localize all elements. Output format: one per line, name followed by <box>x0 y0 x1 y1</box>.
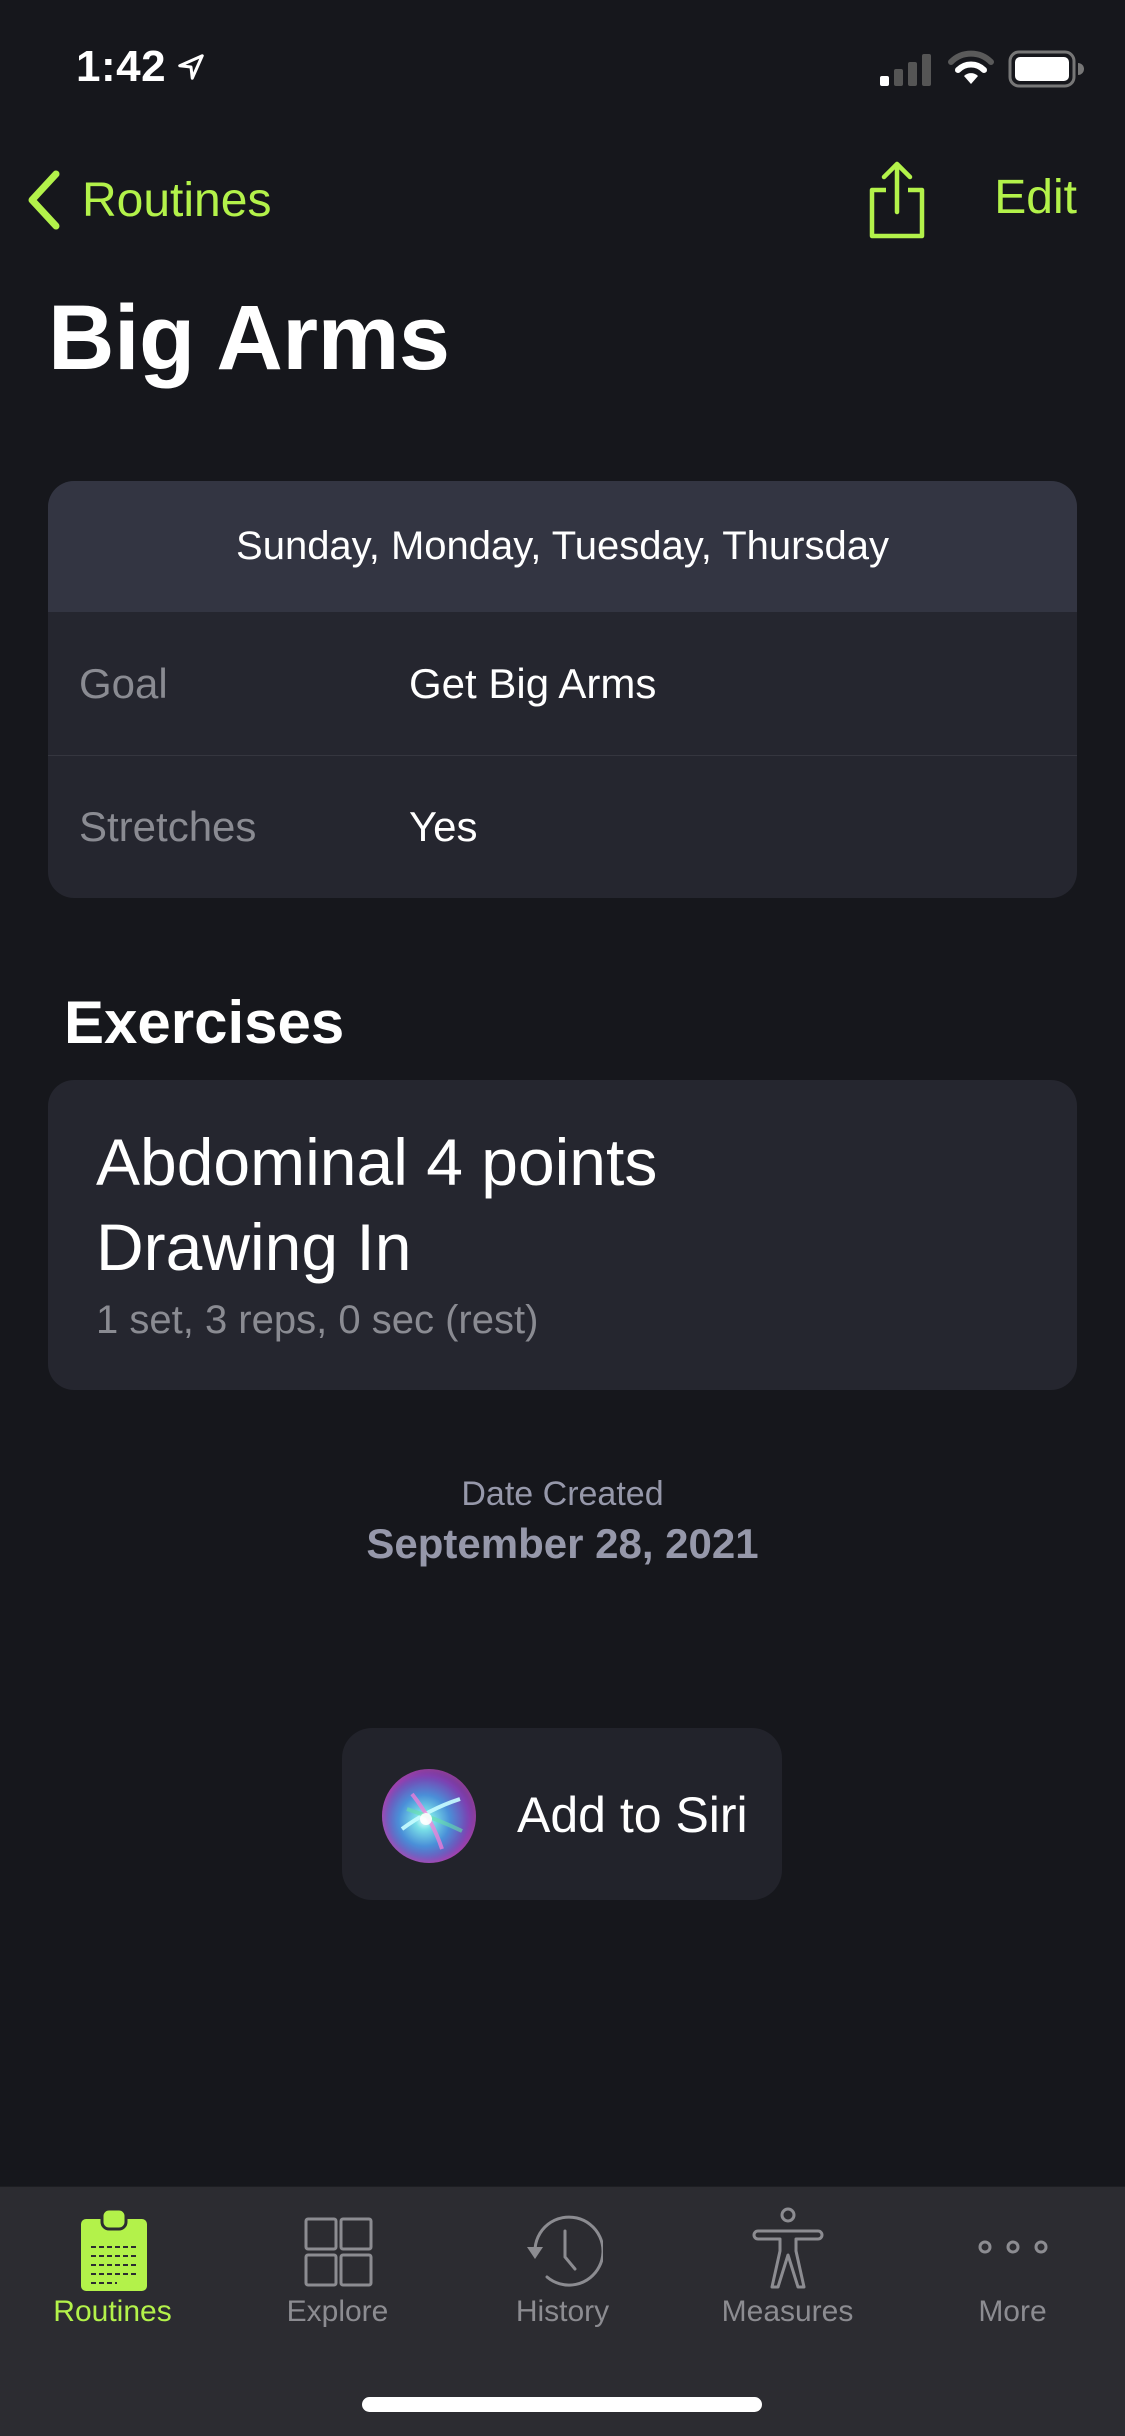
wifi-icon <box>948 50 994 84</box>
status-bar: 1:42 <box>0 0 1125 132</box>
status-time: 1:42 <box>76 42 167 91</box>
back-label: Routines <box>82 173 272 227</box>
tab-routines[interactable]: Routines <box>0 2187 225 2347</box>
page-title: Big Arms <box>48 287 450 389</box>
exercise-item[interactable]: Abdominal 4 points Drawing In 1 set, 3 r… <box>48 1080 1077 1390</box>
info-row-stretches: Stretches Yes <box>48 755 1077 898</box>
back-button[interactable]: Routines <box>24 168 271 232</box>
clipboard-icon <box>80 2207 147 2291</box>
more-dots-icon <box>978 2240 1047 2254</box>
history-clock-icon <box>526 2215 603 2287</box>
tab-label: More <box>978 2295 1047 2328</box>
exercises-section-title: Exercises <box>64 989 345 1056</box>
tab-label: Routines <box>53 2295 172 2328</box>
info-label: Stretches <box>79 803 257 850</box>
info-row-goal: Goal Get Big Arms <box>48 612 1077 755</box>
date-created-label: Date Created <box>461 1475 664 1513</box>
tab-label: Explore <box>286 2295 389 2328</box>
siri-icon <box>382 1769 476 1863</box>
tab-measures[interactable]: Measures <box>675 2187 900 2347</box>
tab-explore[interactable]: Explore <box>225 2187 450 2347</box>
exercise-detail: 1 set, 3 reps, 0 sec (rest) <box>96 1298 539 1342</box>
siri-label: Add to Siri <box>517 1787 748 1843</box>
exercise-name: Abdominal 4 points Drawing In <box>96 1125 658 1284</box>
body-figure-icon <box>752 2207 823 2289</box>
info-value: Get Big Arms <box>409 659 657 707</box>
info-value: Yes <box>409 803 478 850</box>
battery-icon <box>1008 50 1084 88</box>
location-arrow-icon <box>178 54 204 80</box>
info-label: Goal <box>79 659 168 707</box>
schedule-days: Sunday, Monday, Tuesday, Thursday <box>48 481 1077 612</box>
chevron-left-icon <box>28 170 60 230</box>
grid-icon <box>304 2217 372 2287</box>
date-created-value: September 28, 2021 <box>366 1520 759 1567</box>
home-indicator[interactable] <box>362 2397 762 2412</box>
navigation-bar: Routines Edit <box>0 150 1125 250</box>
tab-label: Measures <box>721 2295 854 2328</box>
tab-label: History <box>515 2295 610 2328</box>
add-to-siri-button[interactable]: Add to Siri <box>342 1728 782 1900</box>
routine-info-card: Sunday, Monday, Tuesday, Thursday Goal G… <box>48 481 1077 898</box>
tab-history[interactable]: History <box>450 2187 675 2347</box>
tab-more[interactable]: More <box>900 2187 1125 2347</box>
cellular-signal-icon <box>880 54 931 86</box>
share-icon[interactable] <box>866 160 928 240</box>
edit-button[interactable]: Edit <box>994 170 1077 225</box>
